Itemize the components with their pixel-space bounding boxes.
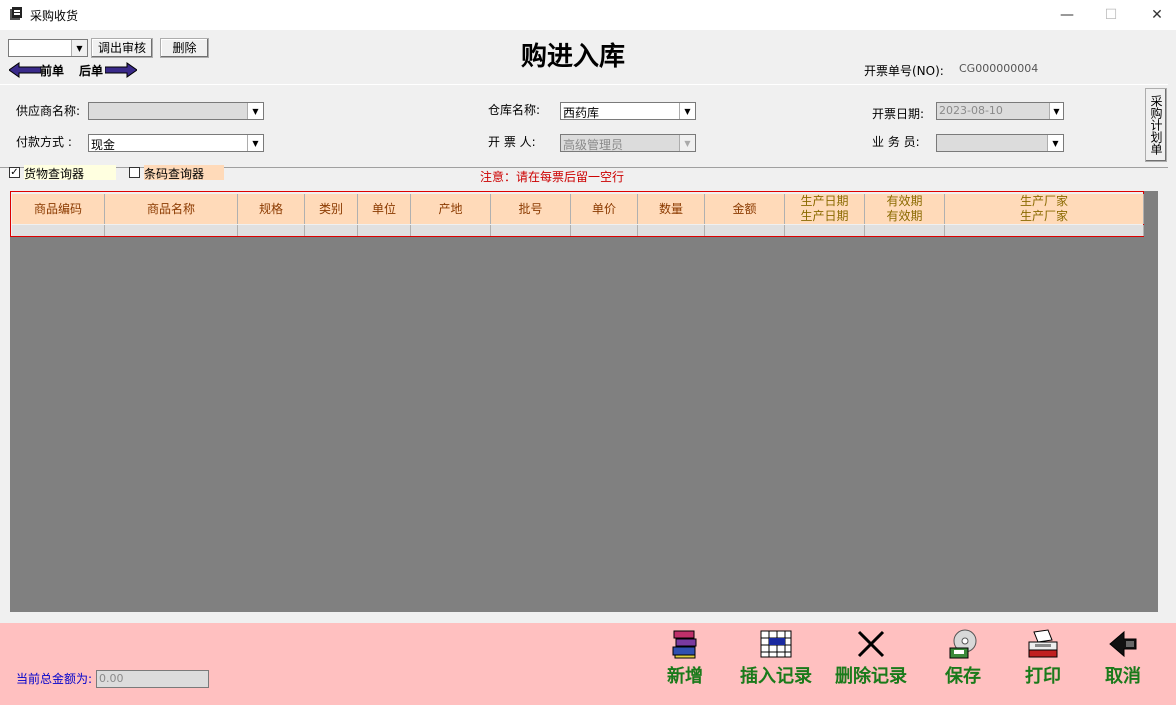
grid-cell[interactable]	[411, 225, 491, 236]
print-button[interactable]: 打印	[998, 628, 1088, 688]
warehouse-select[interactable]: 西药库 ▼	[560, 102, 696, 120]
disc-save-icon	[949, 629, 977, 659]
page-title: 购进入库	[521, 42, 626, 72]
payment-label: 付款方式 :	[16, 135, 72, 149]
col-header-expiry[interactable]: 有效期	[865, 194, 945, 209]
print-label: 打印	[1025, 666, 1061, 687]
grid-cell[interactable]	[105, 225, 238, 236]
grid-cell[interactable]	[305, 225, 358, 236]
books-icon	[672, 630, 697, 659]
chevron-down-icon[interactable]: ▼	[1049, 103, 1063, 119]
supplier-label: 供应商名称:	[16, 104, 81, 118]
delete-button[interactable]: 删除	[160, 38, 209, 58]
col-header-unit[interactable]: 单位	[358, 194, 411, 224]
cancel-label: 取消	[1105, 666, 1141, 687]
chevron-down-icon[interactable]: ▼	[247, 135, 263, 151]
form-panel	[0, 84, 1168, 168]
col-header-prod-date[interactable]: 生产日期	[785, 194, 865, 209]
next-record-label: 后单	[79, 64, 104, 78]
date-label: 开票日期:	[872, 107, 925, 121]
issuer-value: 高级管理员	[563, 138, 624, 152]
col-header-manufacturer[interactable]: 生产厂家	[945, 194, 1144, 209]
chevron-down-icon[interactable]: ▼	[247, 103, 263, 119]
recall-audit-button[interactable]: 调出审核	[91, 38, 153, 58]
grid-cell[interactable]	[705, 225, 785, 236]
col-header-code[interactable]: 商品编码	[12, 194, 105, 224]
col-header-expiry-sub[interactable]: 有效期	[865, 209, 945, 224]
col-header-spec[interactable]: 规格	[238, 194, 305, 224]
prev-record-label: 前单	[40, 64, 65, 78]
warehouse-value: 西药库	[563, 106, 600, 120]
maximize-icon[interactable]: ☐	[1088, 0, 1134, 30]
warehouse-label: 仓库名称:	[488, 103, 541, 117]
new-button[interactable]: 新增	[640, 628, 730, 688]
total-amount-label: 当前总金额为:	[16, 672, 93, 686]
grid-cell[interactable]	[638, 225, 705, 236]
grid-cell[interactable]	[945, 225, 1144, 236]
grid-cell[interactable]	[865, 225, 945, 236]
save-button[interactable]: 保存	[918, 628, 1008, 688]
issuer-select[interactable]: 高级管理员 ▼	[560, 134, 696, 152]
insert-record-button[interactable]: 插入记录	[731, 628, 821, 688]
record-select[interactable]: ▼	[8, 39, 88, 57]
delete-record-button[interactable]: 删除记录	[826, 628, 916, 688]
barcode-finder-label: 条码查询器	[144, 165, 224, 181]
col-header-name[interactable]: 商品名称	[105, 194, 238, 224]
grid-cell[interactable]	[238, 225, 305, 236]
supplier-select[interactable]: ▼	[88, 102, 264, 120]
insert-record-label: 插入记录	[740, 666, 812, 687]
save-label: 保存	[945, 666, 981, 687]
chevron-down-icon[interactable]: ▼	[1047, 135, 1063, 151]
col-header-manufacturer-sub[interactable]: 生产厂家	[945, 209, 1144, 224]
barcode-finder-checkbox[interactable]	[129, 167, 140, 178]
table-grid-icon	[760, 630, 792, 658]
col-header-prod-date-sub[interactable]: 生产日期	[785, 209, 865, 224]
date-picker[interactable]: 2023-08-10 ▼	[936, 102, 1064, 120]
issuer-label: 开 票 人:	[488, 135, 536, 149]
grid-cell[interactable]	[571, 225, 638, 236]
total-amount-field: 0.00	[96, 670, 209, 688]
chevron-down-icon[interactable]: ▼	[679, 103, 695, 119]
cancel-button[interactable]: 取消	[1078, 628, 1168, 688]
col-header-unit-price[interactable]: 单价	[571, 194, 638, 224]
items-grid[interactable]	[10, 191, 1158, 612]
goods-finder-label: 货物查询器	[24, 165, 116, 181]
window-title: 采购收货	[30, 9, 79, 23]
chevron-down-icon[interactable]: ▼	[679, 135, 695, 151]
arrow-right-icon	[105, 62, 137, 78]
notice-text: 注意：请在每票后留一空行	[480, 170, 625, 184]
grid-cell[interactable]	[491, 225, 571, 236]
chevron-down-icon[interactable]: ▼	[71, 40, 87, 56]
col-header-amount[interactable]: 金额	[705, 194, 785, 224]
col-header-category[interactable]: 类别	[305, 194, 358, 224]
grid-header: 商品编码 商品名称 规格 类别 单位 产地 批号 单价 数量 金额 生产日期 生…	[10, 191, 1144, 237]
purchase-plan-tab[interactable]: 采购计划单	[1145, 88, 1167, 162]
col-header-origin[interactable]: 产地	[411, 194, 491, 224]
grid-cell[interactable]	[12, 225, 105, 236]
cross-icon	[857, 630, 885, 658]
col-header-quantity[interactable]: 数量	[638, 194, 705, 224]
invoice-no-label: 开票单号(NO):	[864, 64, 944, 78]
app-icon	[10, 7, 22, 20]
printer-icon	[1028, 629, 1058, 658]
back-arrow-icon	[1109, 630, 1137, 658]
arrow-left-icon	[9, 62, 41, 78]
salesman-select[interactable]: ▼	[936, 134, 1064, 152]
goods-finder-checkbox[interactable]: ✓	[9, 167, 20, 178]
grid-cell[interactable]	[785, 225, 865, 236]
date-value: 2023-08-10	[939, 104, 1003, 117]
col-header-batch[interactable]: 批号	[491, 194, 571, 224]
title-bar: 采购收货 — ☐ ✕	[0, 0, 1176, 30]
prev-record-button[interactable]: 前单	[9, 61, 69, 79]
minimize-icon[interactable]: —	[1044, 0, 1090, 30]
invoice-no-value: CG000000004	[959, 62, 1039, 75]
delete-record-label: 删除记录	[835, 666, 907, 687]
close-icon[interactable]: ✕	[1134, 0, 1176, 30]
payment-select[interactable]: 现金 ▼	[88, 134, 264, 152]
next-record-button[interactable]: 后单	[79, 61, 139, 79]
new-label: 新增	[667, 666, 703, 687]
salesman-label: 业 务 员:	[872, 135, 920, 149]
grid-cell[interactable]	[358, 225, 411, 236]
payment-value: 现金	[91, 138, 116, 152]
